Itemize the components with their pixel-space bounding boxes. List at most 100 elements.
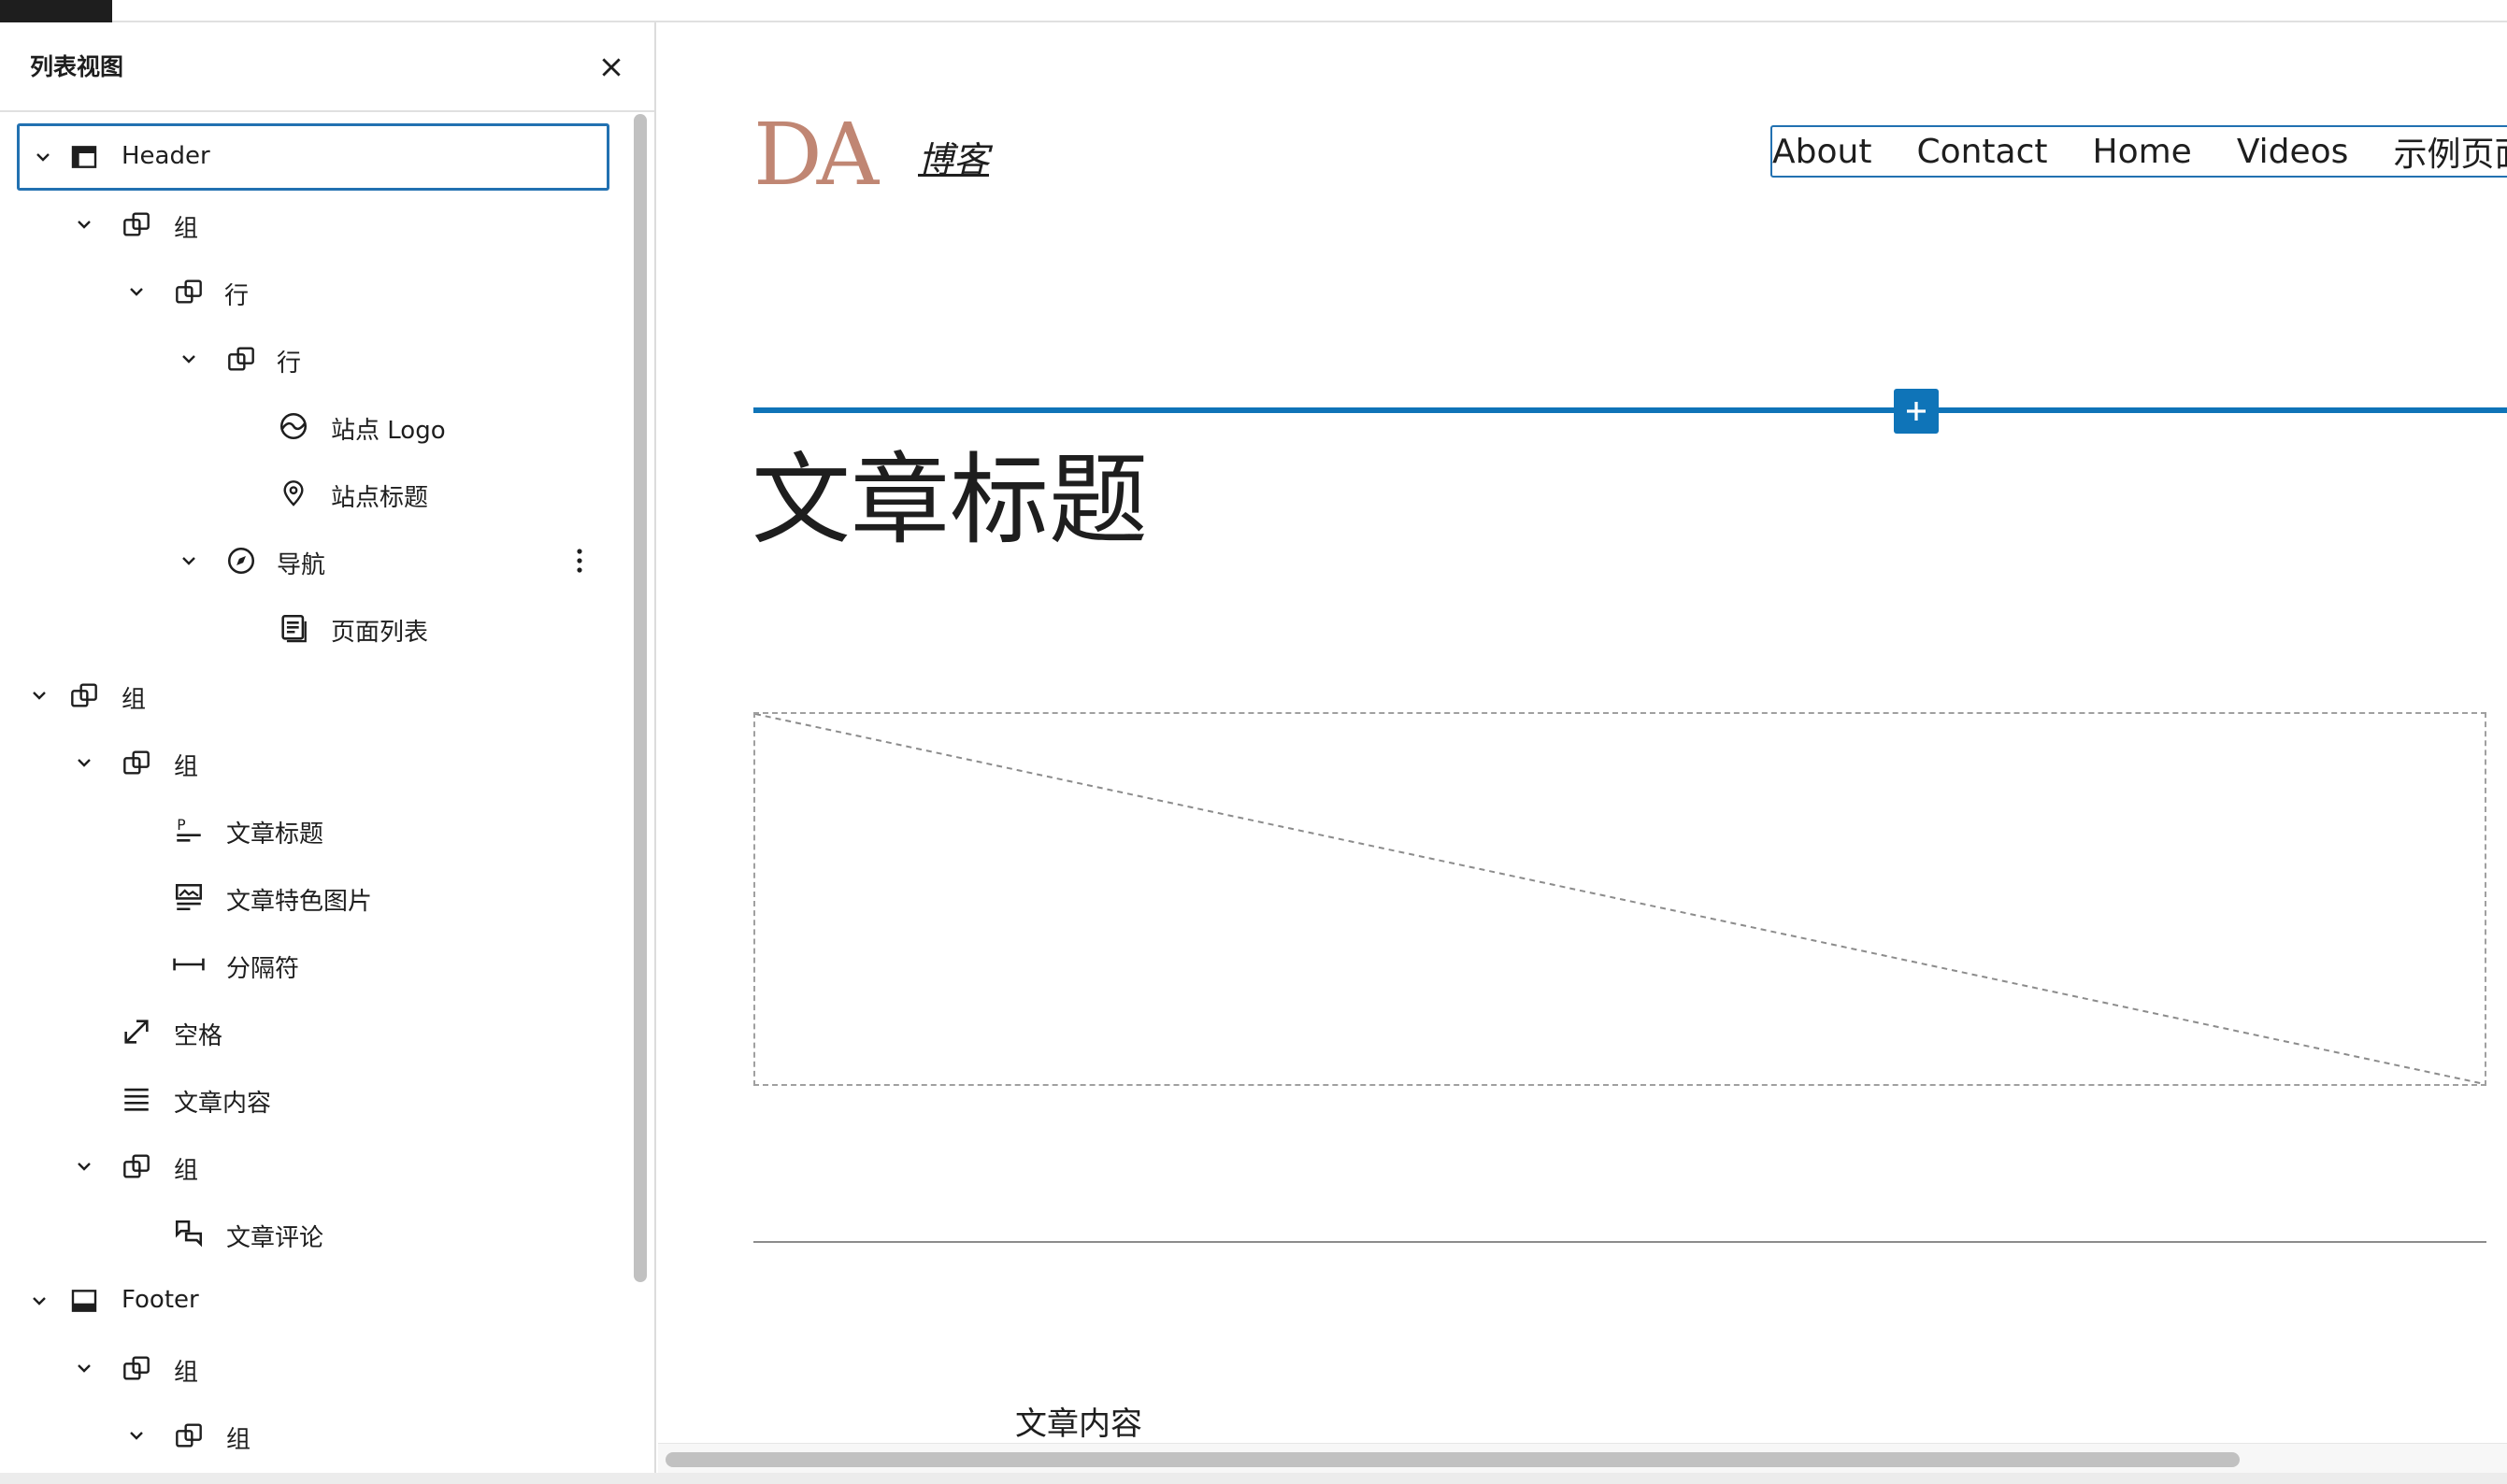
group-icon [120,1149,153,1183]
tree-item-group[interactable]: 组 [0,729,626,796]
tree-item-label: 文章评论 [226,1224,324,1252]
featured-image-placeholder[interactable] [753,712,2486,1086]
compass-icon [224,544,258,578]
template-part-header-icon [67,140,101,174]
chevron-down-icon[interactable] [71,211,97,237]
chevron-down-icon[interactable] [30,144,56,170]
group-icon [120,1351,153,1385]
tree-item-group[interactable]: 组 [0,191,626,258]
panel-scrollbar[interactable] [634,114,647,1282]
group-icon [172,275,206,308]
group-icon [224,342,258,376]
plus-icon [1907,402,1926,421]
navigation-block[interactable]: About Contact Home Videos 示例页面 [1770,125,2507,178]
chevron-down-icon[interactable] [123,278,150,305]
tree-item-footer[interactable]: Footer [0,1267,626,1334]
list-view-header: 列表视图 [0,22,654,112]
tree-item-row[interactable]: 行 [0,258,626,325]
site-logo-icon [277,409,310,443]
comments-icon [172,1217,206,1250]
tree-item-label: 站点标题 [331,484,429,512]
chevron-down-icon[interactable] [176,346,202,372]
editor-canvas: DA 博客 About Contact Home Videos 示例页面 文章标… [658,22,2507,1473]
tree-item-label: 组 [174,1359,199,1387]
tree-item-label: 导航 [277,551,326,579]
close-icon [602,58,621,77]
add-block-button[interactable] [1894,389,1939,434]
post-content-icon [120,1082,153,1116]
nav-item-about[interactable]: About [1772,133,1871,171]
tree-item-group[interactable]: 组 [0,1133,626,1200]
tree-item-label: 文章标题 [226,820,324,849]
panel-title: 列表视图 [30,53,124,80]
page-list-icon [277,611,310,645]
map-marker-icon [277,477,310,510]
tree-item-group[interactable]: 组 [0,662,626,729]
tree-item-label: Header [122,142,210,170]
block-inserter-line [753,407,2507,413]
bottom-strip [0,1473,2507,1484]
tree-item-group[interactable]: 组 [0,1402,626,1469]
more-options-icon[interactable] [565,546,595,576]
selection-outline [17,123,609,191]
list-view-panel: 列表视图 Header 组 行 行 站点 Logo 站点标题 导航 页面列表 组… [0,22,656,1473]
nav-item-videos[interactable]: Videos [2237,133,2349,171]
group-icon [120,746,153,779]
tree-item-page-list[interactable]: 页面列表 [0,594,626,662]
chevron-down-icon[interactable] [26,682,52,708]
tree-item-navigation[interactable]: 导航 [0,527,626,594]
tree-item-site-title[interactable]: 站点标题 [0,460,626,527]
tree-item-label: 分隔符 [226,955,300,983]
featured-image-icon [172,880,206,914]
svg-text:P: P [177,817,185,834]
nav-item-contact[interactable]: Contact [1916,133,2047,171]
group-icon [67,678,101,712]
tree-item-label: 文章特色图片 [226,888,373,916]
chevron-down-icon[interactable] [71,1355,97,1381]
nav-item-sample-page[interactable]: 示例页面 [2393,127,2507,176]
tree-item-label: 组 [226,1426,251,1454]
toolbar-dark-segment [0,0,112,22]
separator-icon [172,948,206,981]
tree-item-label: 组 [174,1157,199,1185]
post-title-icon: P [172,813,206,847]
chevron-down-icon[interactable] [71,1153,97,1179]
template-part-footer-icon [67,1284,101,1318]
tree-item-label: 组 [174,215,199,243]
top-toolbar-strip [0,0,2507,22]
nav-item-home[interactable]: Home [2093,133,2192,171]
close-button[interactable] [591,47,632,88]
chevron-down-icon[interactable] [26,1288,52,1314]
tree-item-site-logo[interactable]: 站点 Logo [0,392,626,460]
group-icon [120,207,153,241]
post-title[interactable]: 文章标题 [752,446,1148,556]
site-title[interactable]: 博客 [918,131,989,182]
tree-item-post-title[interactable]: P 文章标题 [0,796,626,863]
tree-item-spacer[interactable]: 空格 [0,998,626,1065]
post-content[interactable]: 文章内容 [1015,1398,1142,1444]
tree-item-label: 行 [224,282,250,310]
tree-item-comments[interactable]: 文章评论 [0,1200,626,1267]
tree-item-label: 组 [122,686,147,714]
tree-item-label: 空格 [174,1022,223,1050]
tree-item-row[interactable]: 行 [0,325,626,392]
site-logo[interactable]: DA [753,112,879,198]
tree-item-group[interactable]: 组 [0,1334,626,1402]
separator-line[interactable] [753,1241,2486,1243]
placeholder-diagonal [755,714,2485,1084]
chevron-down-icon[interactable] [71,749,97,776]
tree-item-label: 页面列表 [331,619,429,647]
tree-item-post-content[interactable]: 文章内容 [0,1065,626,1133]
chevron-down-icon[interactable] [176,548,202,574]
tree-item-label: 组 [174,753,199,781]
tree-item-label: Footer [122,1286,199,1314]
tree-item-label: 行 [277,350,302,378]
tree-item-label: 文章内容 [174,1090,272,1118]
tree-item-header[interactable]: Header [0,123,626,191]
tree-item-label: 站点 Logo [331,417,446,445]
group-icon [172,1419,206,1452]
chevron-down-icon[interactable] [123,1422,150,1448]
tree-item-featured-image[interactable]: 文章特色图片 [0,863,626,931]
canvas-scrollbar[interactable] [666,1452,2240,1467]
tree-item-separator[interactable]: 分隔符 [0,931,626,998]
